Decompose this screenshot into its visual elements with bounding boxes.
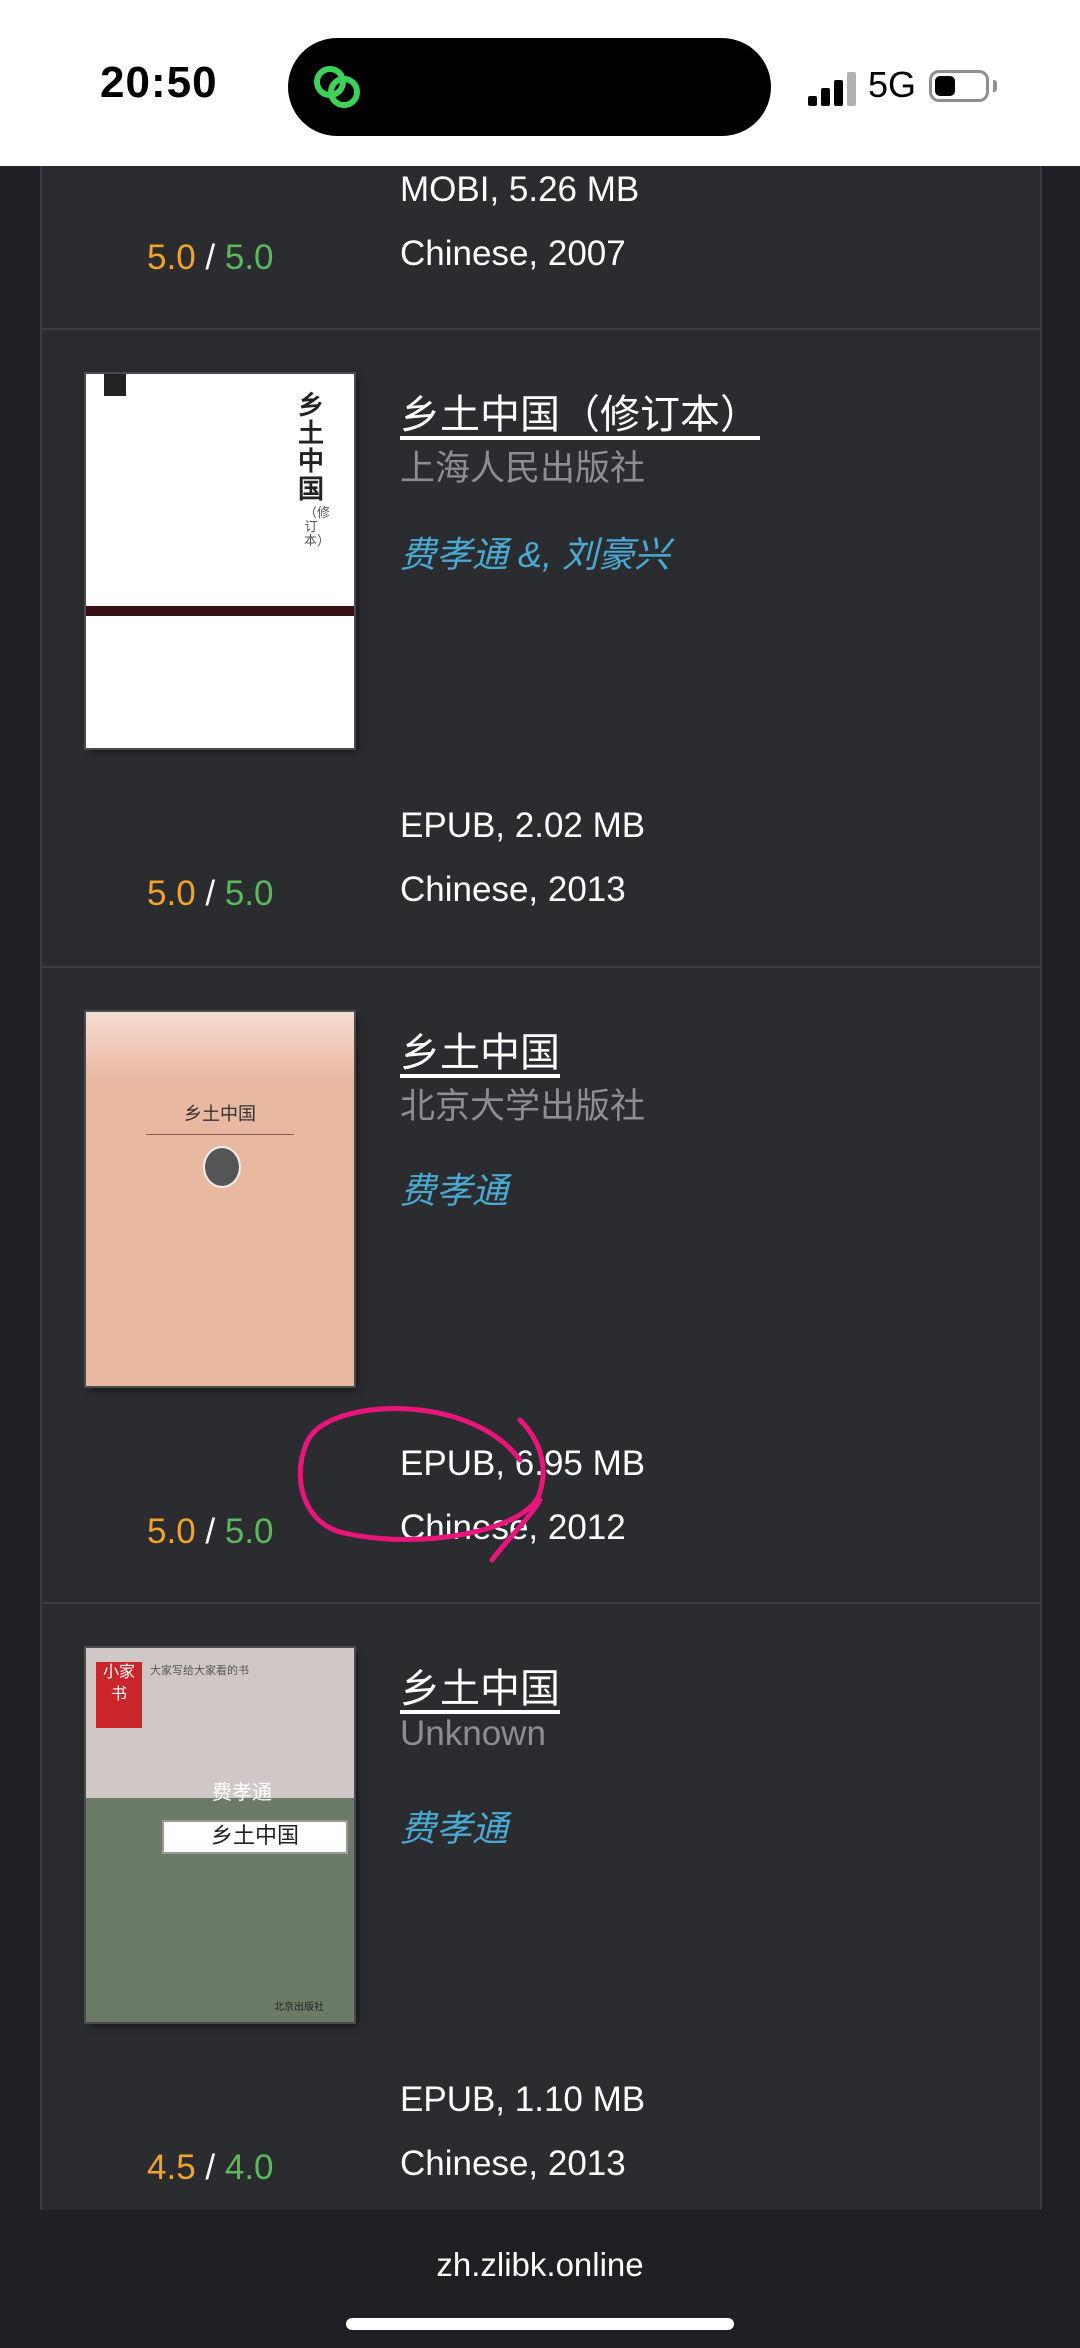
book-language-year: Chinese, 2012 — [400, 1508, 626, 1547]
cellular-signal-icon — [808, 70, 856, 106]
battery-icon — [929, 70, 989, 102]
rating-quality: 5.0 — [147, 874, 196, 913]
book-format-size: EPUB, 1.10 MB — [400, 2080, 646, 2119]
book-cover[interactable]: 乡土中国 （修订本） — [86, 374, 354, 748]
book-language-year: Chinese, 2013 — [400, 2144, 626, 2183]
book-publisher: 上海人民出版社 — [400, 449, 646, 488]
rating-separator: / — [205, 2148, 216, 2187]
dynamic-island[interactable] — [288, 38, 771, 136]
book-rating: 5.0 / 5.0 — [147, 874, 274, 914]
divider — [42, 328, 1040, 330]
book-title-link[interactable]: 乡土中国（修订本） — [400, 382, 760, 440]
rating-quality: 4.5 — [147, 2148, 196, 2187]
book-rating: 5.0 / 5.0 — [147, 238, 274, 278]
book-language-year: Chinese, 2013 — [400, 870, 626, 909]
book-author-link[interactable]: 费孝通 — [400, 1162, 508, 1214]
book-title-link[interactable]: 乡土中国 — [400, 1020, 560, 1078]
browser-address-bar[interactable]: zh.zlibk.online — [0, 2210, 1080, 2348]
cover-ornament — [86, 1012, 354, 1082]
rating-interest: 5.0 — [224, 874, 274, 913]
home-indicator[interactable] — [346, 2318, 734, 2330]
rating-quality: 5.0 — [147, 1512, 196, 1551]
cover-author: 费孝通 — [212, 1780, 272, 1804]
book-rating: 4.5 / 4.0 — [147, 2148, 274, 2188]
book-title-link[interactable]: 乡土中国 — [400, 1656, 560, 1714]
rating-separator: / — [205, 874, 216, 913]
battery-cap — [993, 80, 997, 92]
book-cover[interactable]: 乡土中国 — [86, 1012, 354, 1386]
book-format-size: EPUB, 2.02 MB — [400, 806, 646, 845]
cover-series-line: 大家写给大家看的书 — [150, 1665, 249, 1677]
cover-band — [86, 606, 354, 616]
status-bar: 20:50 5G — [0, 0, 1080, 166]
book-cover[interactable]: 小家书 大家写给大家看的书 费孝通 乡土中国 北京出版社 — [86, 1648, 354, 2022]
cover-title: 乡土中国 — [297, 391, 324, 505]
chain-link-icon — [314, 66, 360, 108]
cover-title: 乡土中国 — [184, 1104, 256, 1125]
divider — [42, 966, 1040, 968]
book-publisher: Unknown — [400, 1714, 546, 1753]
book-publisher: 北京大学出版社 — [400, 1087, 646, 1126]
rating-interest: 5.0 — [224, 1512, 274, 1551]
cover-subtitle: （修订本） — [304, 505, 331, 548]
rating-quality: 5.0 — [147, 238, 196, 277]
author-portrait-icon — [203, 1146, 241, 1188]
url-text[interactable]: zh.zlibk.online — [0, 2246, 1080, 2284]
rating-interest: 5.0 — [224, 238, 274, 277]
publisher-logo-icon — [104, 374, 126, 396]
cover-rule — [146, 1134, 294, 1135]
cover-title: 乡土中国 — [162, 1820, 348, 1854]
book-author-link[interactable]: 费孝通 &, 刘豪兴 — [400, 526, 670, 578]
network-type: 5G — [868, 64, 917, 105]
book-language-year: Chinese, 2007 — [400, 234, 626, 273]
rating-interest: 4.0 — [224, 2148, 274, 2187]
book-author-link[interactable]: 费孝通 — [400, 1800, 508, 1852]
book-format-size: EPUB, 6.95 MB — [400, 1444, 646, 1483]
divider — [42, 1602, 1040, 1604]
rating-separator: / — [205, 1512, 216, 1551]
cover-publisher: 北京出版社 — [274, 2002, 324, 2013]
clock: 20:50 — [100, 58, 218, 107]
book-format-size: MOBI, 5.26 MB — [400, 170, 640, 209]
cover-seal: 小家书 — [96, 1662, 142, 1728]
rating-separator: / — [205, 238, 216, 277]
book-list: MOBI, 5.26 MB Chinese, 2007 5.0 / 5.0 乡土… — [40, 166, 1042, 2210]
book-rating: 5.0 / 5.0 — [147, 1512, 274, 1552]
